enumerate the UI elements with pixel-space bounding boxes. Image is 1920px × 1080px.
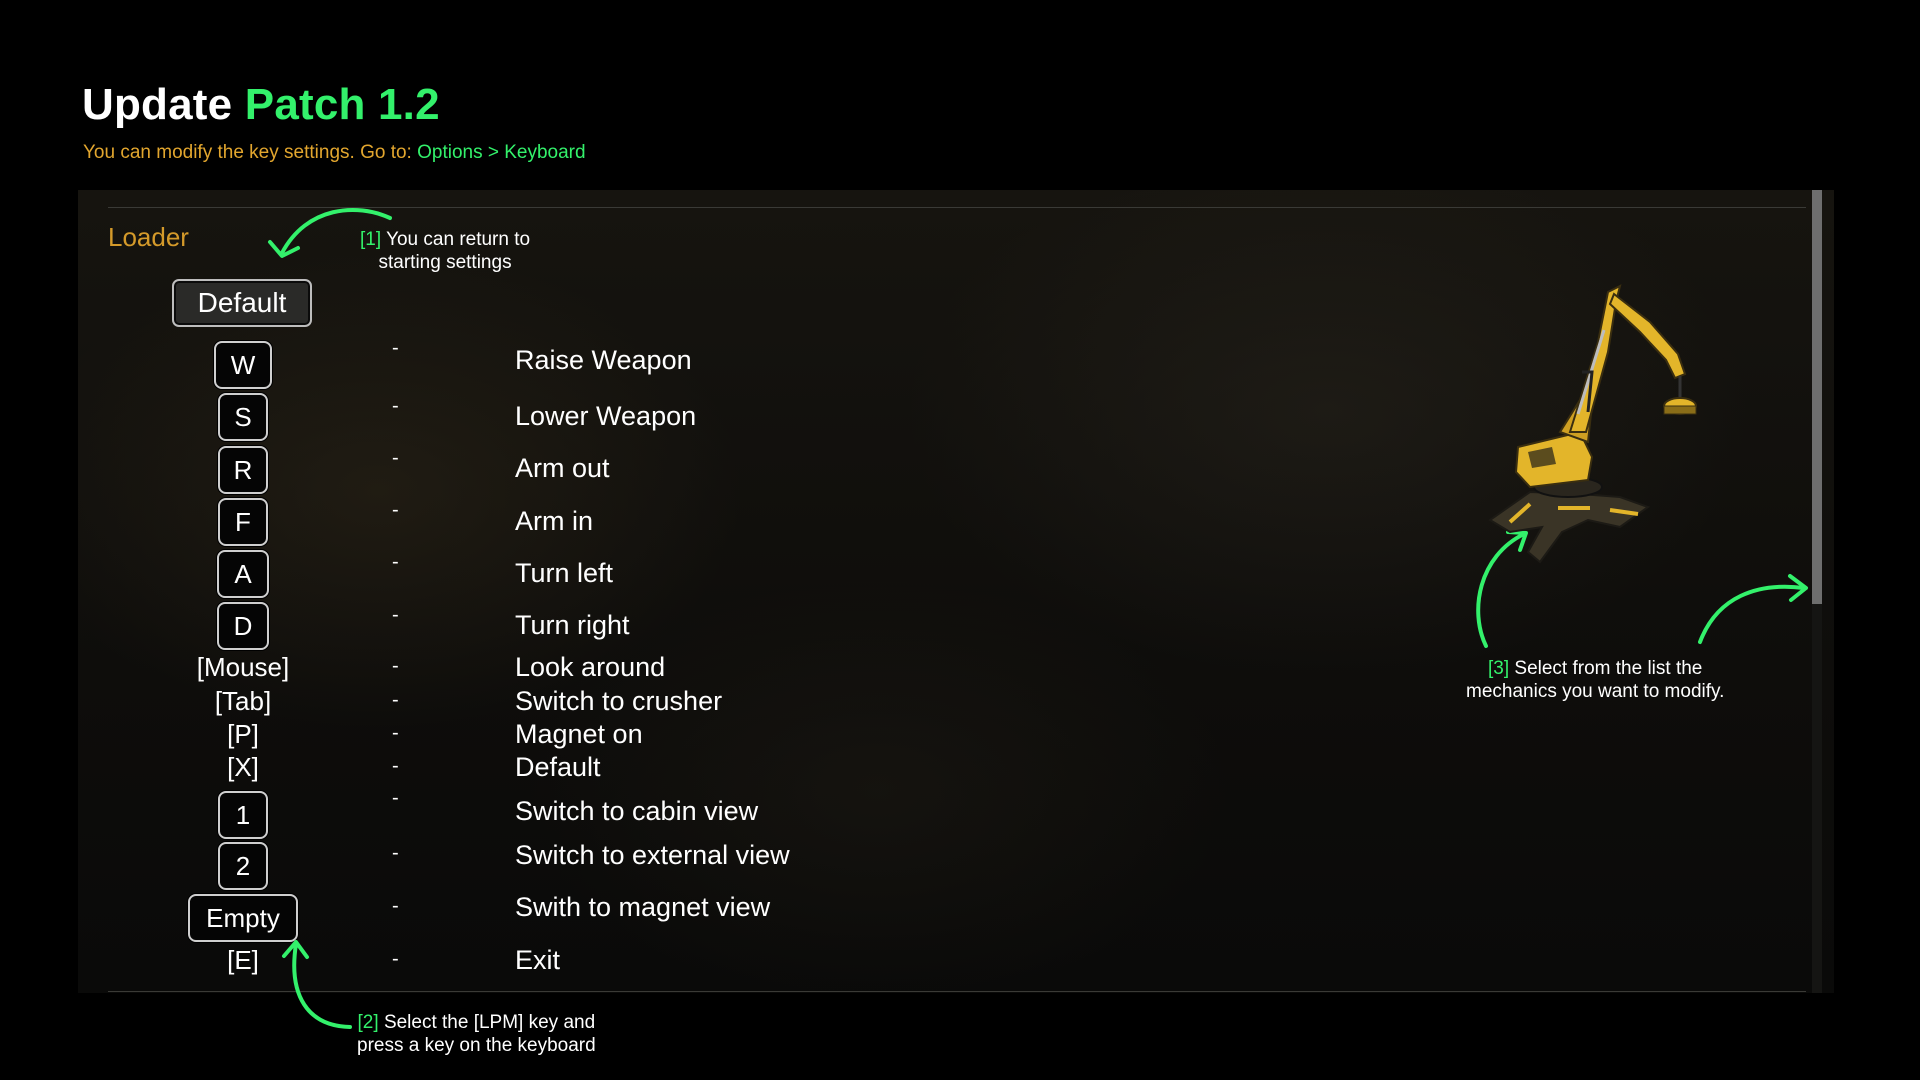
key-label: [Mouse] — [196, 652, 290, 682]
key-label: [P] — [227, 719, 259, 749]
action-label: Arm in — [515, 506, 594, 536]
key-label: [X] — [227, 752, 259, 782]
subtitle-part-1: You can modify the key settings. Go to: — [83, 142, 412, 163]
key-slot-s[interactable]: S — [218, 393, 268, 441]
action-label: Lower Weapon — [515, 401, 697, 431]
separator: - — [392, 755, 399, 777]
key-slot-w[interactable]: W — [214, 341, 272, 389]
separator: - — [392, 948, 399, 970]
note-3-line-1: Select from the list the — [1514, 658, 1703, 679]
separator: - — [392, 689, 399, 711]
title-part-1: Update — [82, 80, 233, 129]
key-label: 2 — [235, 850, 251, 881]
action-label: Turn right — [515, 610, 630, 640]
key-slot-p[interactable]: [P] — [227, 719, 259, 750]
action-label: Exit — [515, 945, 561, 975]
material-handler-crane-icon[interactable] — [1470, 282, 1710, 572]
note-2: [2] Select the [LPM] key and press a key… — [357, 1011, 596, 1057]
key-slot-r[interactable]: R — [218, 446, 268, 494]
key-slot-2[interactable]: 2 — [218, 842, 268, 890]
note-3-number: [3] — [1488, 658, 1510, 679]
key-slot-mouse[interactable]: [Mouse] — [197, 652, 290, 683]
separator: - — [392, 395, 399, 417]
note-2-number: [2] — [357, 1012, 379, 1033]
action-label: Turn left — [515, 558, 614, 588]
key-slot-a[interactable]: A — [217, 550, 269, 598]
default-button[interactable]: Default — [172, 279, 312, 327]
key-label: [E] — [227, 945, 259, 975]
curved-arrow-icon — [1698, 574, 1808, 644]
action-label: Switch to crusher — [515, 686, 723, 716]
key-slot-tab[interactable]: [Tab] — [215, 686, 271, 717]
note-2-line-2: press a key on the keyboard — [357, 1035, 596, 1056]
action-label: Raise Weapon — [515, 345, 692, 375]
page-title: Update Patch 1.2 — [82, 80, 440, 130]
note-1-line-1: You can return to — [386, 229, 531, 250]
section-title-loader[interactable]: Loader — [108, 222, 189, 253]
scrollbar-thumb[interactable] — [1812, 190, 1822, 604]
key-slot-e[interactable]: [E] — [227, 945, 259, 976]
key-label: 1 — [235, 799, 251, 830]
separator: - — [392, 722, 399, 744]
action-label: Switch to external view — [515, 840, 790, 870]
key-label: W — [230, 349, 256, 380]
action-label: Default — [515, 752, 601, 782]
key-label: S — [234, 401, 252, 432]
key-label: Empty — [206, 902, 280, 933]
key-slot-d[interactable]: D — [217, 602, 269, 650]
note-2-line-1: Select the [LPM] key and — [383, 1012, 596, 1033]
separator: - — [392, 447, 399, 469]
separator: - — [392, 604, 399, 626]
key-label: R — [233, 454, 253, 485]
separator: - — [392, 842, 399, 864]
key-slot-x[interactable]: [X] — [227, 752, 259, 783]
action-label: Magnet on — [515, 719, 643, 749]
separator: - — [392, 787, 399, 809]
separator: - — [392, 895, 399, 917]
key-label: F — [235, 506, 251, 537]
title-part-2: Patch 1.2 — [244, 80, 440, 129]
key-label: [Tab] — [214, 686, 272, 716]
curved-arrow-icon — [282, 940, 352, 1029]
separator: - — [392, 655, 399, 677]
panel-bottom-divider — [108, 991, 1806, 992]
separator: - — [392, 499, 399, 521]
action-label: Arm out — [515, 453, 610, 483]
note-3-line-2: mechanics you want to modify. — [1466, 681, 1725, 702]
separator: - — [392, 551, 399, 573]
curved-arrow-icon — [268, 207, 392, 258]
action-label: Swith to magnet view — [515, 892, 771, 922]
key-label: A — [234, 558, 252, 589]
key-slot-f[interactable]: F — [218, 498, 268, 546]
action-label: Look around — [515, 652, 666, 682]
note-3: [3] Select from the list the mechanics y… — [1466, 657, 1724, 703]
key-slot-1[interactable]: 1 — [218, 791, 268, 839]
separator: - — [392, 337, 399, 359]
keyboard-settings-screen: Update Patch 1.2 You can modify the key … — [0, 0, 1920, 1080]
key-label: D — [233, 610, 253, 641]
key-slot-empty[interactable]: Empty — [188, 894, 298, 942]
subtitle-path: Options > Keyboard — [417, 142, 586, 163]
page-subtitle: You can modify the key settings. Go to: … — [83, 142, 586, 164]
action-label: Switch to cabin view — [515, 796, 759, 826]
